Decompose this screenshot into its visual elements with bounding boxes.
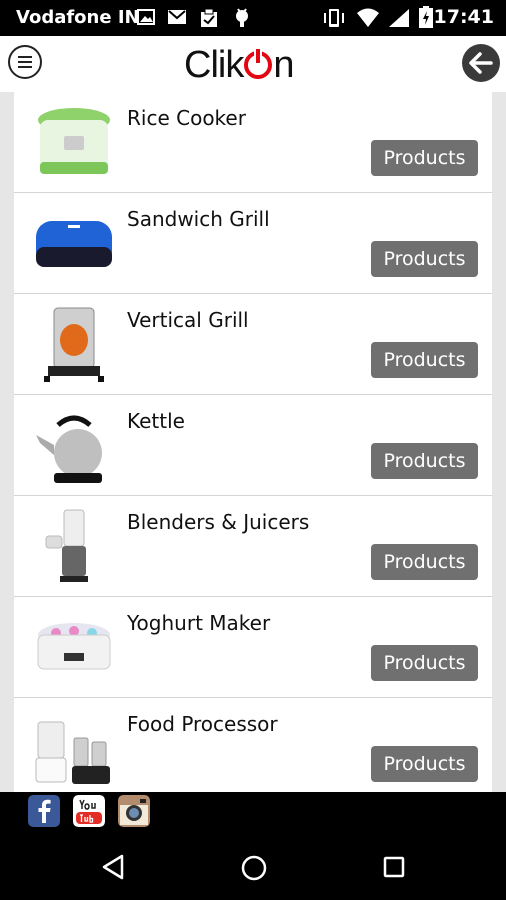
products-button[interactable]: Products <box>371 746 478 782</box>
category-name: Blenders & Juicers <box>127 510 310 534</box>
list-item[interactable]: Rice Cooker Products <box>14 92 492 193</box>
nav-home-icon[interactable] <box>241 855 267 881</box>
image-notification-icon <box>137 9 155 25</box>
back-button[interactable] <box>462 44 500 82</box>
cell-signal-icon <box>389 9 409 27</box>
products-button[interactable]: Products <box>371 443 478 479</box>
wifi-icon <box>357 8 379 27</box>
kettle-image <box>36 415 102 483</box>
android-notification-icon <box>236 8 248 27</box>
clipboard-notification-icon <box>201 8 217 27</box>
clock: 17:41 <box>433 6 494 28</box>
rice-cooker-image <box>38 108 110 174</box>
vertical-grill-image <box>44 307 104 382</box>
arrow-left-icon <box>469 52 493 74</box>
nav-recents-icon[interactable] <box>383 856 405 878</box>
instagram-icon[interactable] <box>118 795 150 827</box>
category-name: Kettle <box>127 409 185 433</box>
list-item[interactable]: Blenders & Juicers Products <box>14 496 492 597</box>
list-item[interactable]: Yoghurt Maker Products <box>14 597 492 698</box>
youtube-icon[interactable] <box>73 795 105 827</box>
category-name: Food Processor <box>127 712 278 736</box>
products-button[interactable]: Products <box>371 342 478 378</box>
products-button[interactable]: Products <box>371 241 478 277</box>
menu-button[interactable] <box>8 45 42 79</box>
vibrate-icon <box>324 9 344 27</box>
logo-text-left: Clik <box>184 44 244 86</box>
system-navigation-bar <box>0 830 506 900</box>
food-processor-image <box>35 721 110 784</box>
category-name: Sandwich Grill <box>127 207 270 231</box>
mail-notification-icon <box>168 10 186 24</box>
category-name: Rice Cooker <box>127 106 246 130</box>
yoghurt-maker-image <box>37 623 111 670</box>
category-list: Rice Cooker Products Sandwich Grill Prod… <box>14 92 492 792</box>
hamburger-icon-line <box>18 61 32 63</box>
category-list-container[interactable]: Rice Cooker Products Sandwich Grill Prod… <box>0 92 506 792</box>
carrier-name: Vodafone IN <box>16 7 140 28</box>
list-item[interactable]: Vertical Grill Products <box>14 294 492 395</box>
category-name: Vertical Grill <box>127 308 249 332</box>
status-bar: Vodafone IN 17:41 <box>0 0 506 36</box>
category-name: Yoghurt Maker <box>127 611 271 635</box>
power-icon <box>244 48 273 79</box>
facebook-icon[interactable] <box>28 795 60 827</box>
social-bar <box>0 792 506 830</box>
hamburger-icon <box>18 56 32 58</box>
list-item[interactable]: Kettle Products <box>14 395 492 496</box>
list-item[interactable]: Food Processor Products <box>14 698 492 792</box>
blender-image <box>45 509 88 582</box>
app-header: Clik n <box>0 36 506 93</box>
list-item[interactable]: Sandwich Grill Products <box>14 193 492 294</box>
products-button[interactable]: Products <box>371 645 478 681</box>
products-button[interactable]: Products <box>371 544 478 580</box>
logo-text-right: n <box>273 44 294 86</box>
sandwich-grill-image <box>36 221 112 267</box>
nav-back-icon[interactable] <box>101 854 125 880</box>
products-button[interactable]: Products <box>371 140 478 176</box>
hamburger-icon-line <box>18 66 32 68</box>
battery-icon <box>419 6 433 28</box>
clikon-logo: Clik n <box>184 44 294 87</box>
